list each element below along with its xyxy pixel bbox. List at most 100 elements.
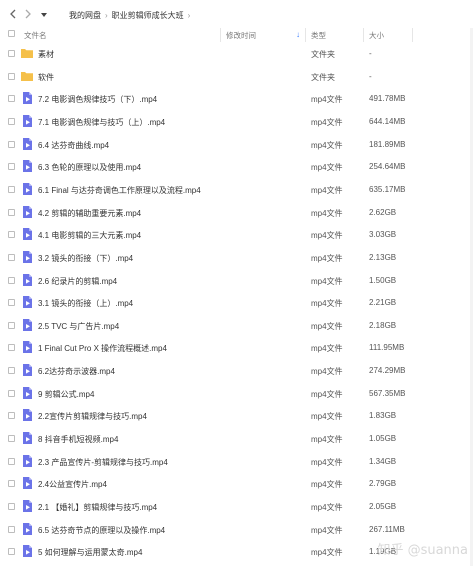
row-checkbox[interactable] [8,457,15,465]
row-checkbox[interactable] [8,480,15,488]
row-checkbox[interactable] [8,344,15,352]
breadcrumb-item-current-folder[interactable]: 职业剪辑师成长大班 [112,10,184,21]
file-row[interactable]: 6.4 达芬奇曲线.mp4 mp4文件 181.89MB [0,133,474,156]
row-checkbox[interactable] [8,299,15,307]
file-name[interactable]: 8 抖音手机短视频.mp4 [38,434,118,445]
column-divider[interactable] [305,28,306,42]
file-row[interactable]: 4.1 电影剪辑的三大元素.mp4 mp4文件 3.03GB [0,223,474,246]
video-file-icon [20,114,34,128]
file-name[interactable]: 5 如何理解与运用蒙太奇.mp4 [38,547,142,558]
column-name-header[interactable]: 文件名 [24,30,47,41]
file-row[interactable]: 2.6 纪录片的剪辑.mp4 mp4文件 1.50GB [0,269,474,292]
row-checkbox[interactable] [8,140,15,148]
forward-button[interactable] [21,7,35,21]
file-type: mp4文件 [311,389,343,399]
file-row[interactable]: 3.2 镜头的衔接（下）.mp4 mp4文件 2.13GB [0,246,474,269]
folder-row[interactable]: 素材 文件夹 - [0,42,474,65]
row-checkbox[interactable] [8,50,15,57]
row-checkbox[interactable] [8,276,15,284]
file-name[interactable]: 6.1 Final 与达芬奇调色工作原理以及流程.mp4 [38,185,201,196]
file-row[interactable]: 2.5 TVC 与广告片.mp4 mp4文件 2.18GB [0,314,474,337]
column-type-header[interactable]: 类型 [311,30,326,41]
file-name[interactable]: 1 Final Cut Pro X 操作流程概述.mp4 [38,343,167,354]
file-name[interactable]: 2.1 【婚礼】剪辑规律与技巧.mp4 [38,502,157,513]
row-checkbox[interactable] [8,231,15,239]
file-size: 2.21GB [369,298,397,308]
file-row[interactable]: 6.2达芬奇示波器.mp4 mp4文件 274.29MB [0,359,474,382]
file-name[interactable]: 6.5 达芬奇节点的原理以及操作.mp4 [38,525,165,536]
file-row[interactable]: 9 剪辑公式.mp4 mp4文件 567.35MB [0,382,474,405]
file-row[interactable]: 4.2 剪辑的辅助重要元素.mp4 mp4文件 2.62GB [0,201,474,224]
back-button[interactable] [6,7,20,21]
file-row[interactable]: 2.3 产品宣传片-剪辑规律与技巧.mp4 mp4文件 1.34GB [0,450,474,473]
file-name[interactable]: 6.4 达芬奇曲线.mp4 [38,140,109,151]
file-name[interactable]: 2.4公益宣传片.mp4 [38,479,107,490]
file-row[interactable]: 7.1 电影调色规律与技巧（上）.mp4 mp4文件 644.14MB [0,110,474,133]
file-row[interactable]: 6.1 Final 与达芬奇调色工作原理以及流程.mp4 mp4文件 635.17M… [0,178,474,201]
video-file-icon [20,408,34,422]
column-divider[interactable] [220,28,221,42]
row-checkbox[interactable] [8,435,15,443]
toolbar: 我的网盘 › 职业剪辑师成长大班 › [0,0,474,28]
file-type: mp4文件 [311,208,343,218]
row-checkbox[interactable] [8,163,15,171]
row-checkbox[interactable] [8,389,15,397]
breadcrumb-item-my-drive[interactable]: 我的网盘 [69,10,101,21]
file-name[interactable]: 7.2 电影调色规律技巧（下）.mp4 [38,94,157,105]
select-all-checkbox[interactable] [8,30,15,37]
file-name[interactable]: 4.2 剪辑的辅助重要元素.mp4 [38,208,141,219]
row-checkbox[interactable] [8,503,15,510]
file-size: 2.62GB [369,207,397,217]
row-checkbox[interactable] [8,525,15,533]
row-checkbox[interactable] [8,253,15,261]
row-checkbox[interactable] [8,321,15,329]
file-name[interactable]: 2.2宣传片剪辑规律与技巧.mp4 [38,411,147,422]
file-size: 1.83GB [369,411,397,421]
file-size: 2.13GB [369,252,397,262]
file-row[interactable]: 3.1 镜头的衔接（上）.mp4 mp4文件 2.21GB [0,291,474,314]
file-size: 181.89MB [369,139,406,149]
file-row[interactable]: 7.2 电影调色规律技巧（下）.mp4 mp4文件 491.78MB [0,87,474,110]
file-type: mp4文件 [311,457,343,467]
sort-descending-icon[interactable]: ↓ [296,30,300,39]
history-dropdown-button[interactable] [37,8,51,22]
column-divider[interactable] [412,28,413,42]
row-checkbox[interactable] [8,208,15,216]
row-checkbox[interactable] [8,95,15,103]
scrollbar[interactable] [470,28,473,566]
file-name[interactable]: 4.1 电影剪辑的三大元素.mp4 [38,230,141,241]
file-name[interactable]: 6.3 色轮的原理以及使用.mp4 [38,162,141,173]
file-name[interactable]: 3.1 镜头的衔接（上）.mp4 [38,298,133,309]
file-row[interactable]: 2.1 【婚礼】剪辑规律与技巧.mp4 mp4文件 2.05GB [0,495,474,518]
video-file-icon [20,454,34,468]
column-size-header[interactable]: 大小 [369,30,384,41]
watermark: 知乎 @suanna [377,543,468,558]
file-name[interactable]: 9 剪辑公式.mp4 [38,389,94,400]
column-divider[interactable] [363,28,364,42]
file-row[interactable]: 1 Final Cut Pro X 操作流程概述.mp4 mp4文件 111.95M… [0,336,474,359]
file-name[interactable]: 3.2 镜头的衔接（下）.mp4 [38,253,133,264]
row-checkbox[interactable] [8,548,15,556]
file-type: mp4文件 [311,231,343,241]
row-checkbox[interactable] [8,367,15,375]
file-name[interactable]: 软件 [38,72,54,83]
row-checkbox[interactable] [8,117,15,125]
file-name[interactable]: 2.3 产品宣传片-剪辑规律与技巧.mp4 [38,457,168,468]
file-name[interactable]: 7.1 电影调色规律与技巧（上）.mp4 [38,117,165,128]
file-row[interactable]: 2.4公益宣传片.mp4 mp4文件 2.79GB [0,472,474,495]
file-row[interactable]: 2.2宣传片剪辑规律与技巧.mp4 mp4文件 1.83GB [0,404,474,427]
file-row[interactable]: 6.5 达芬奇节点的原理以及操作.mp4 mp4文件 267.11MB [0,518,474,541]
row-checkbox[interactable] [8,185,15,193]
file-row[interactable]: 8 抖音手机短视频.mp4 mp4文件 1.05GB [0,427,474,450]
file-name[interactable]: 6.2达芬奇示波器.mp4 [38,366,115,377]
column-modified-header[interactable]: 修改时间 [226,30,256,41]
folder-row[interactable]: 软件 文件夹 - [0,65,474,88]
file-size: - [369,49,372,58]
file-name[interactable]: 素材 [38,49,54,60]
file-row[interactable]: 6.3 色轮的原理以及使用.mp4 mp4文件 254.64MB [0,155,474,178]
file-name[interactable]: 2.6 纪录片的剪辑.mp4 [38,276,117,287]
row-checkbox[interactable] [8,72,15,80]
file-type: mp4文件 [311,367,343,377]
row-checkbox[interactable] [8,412,15,420]
file-name[interactable]: 2.5 TVC 与广告片.mp4 [38,321,119,332]
